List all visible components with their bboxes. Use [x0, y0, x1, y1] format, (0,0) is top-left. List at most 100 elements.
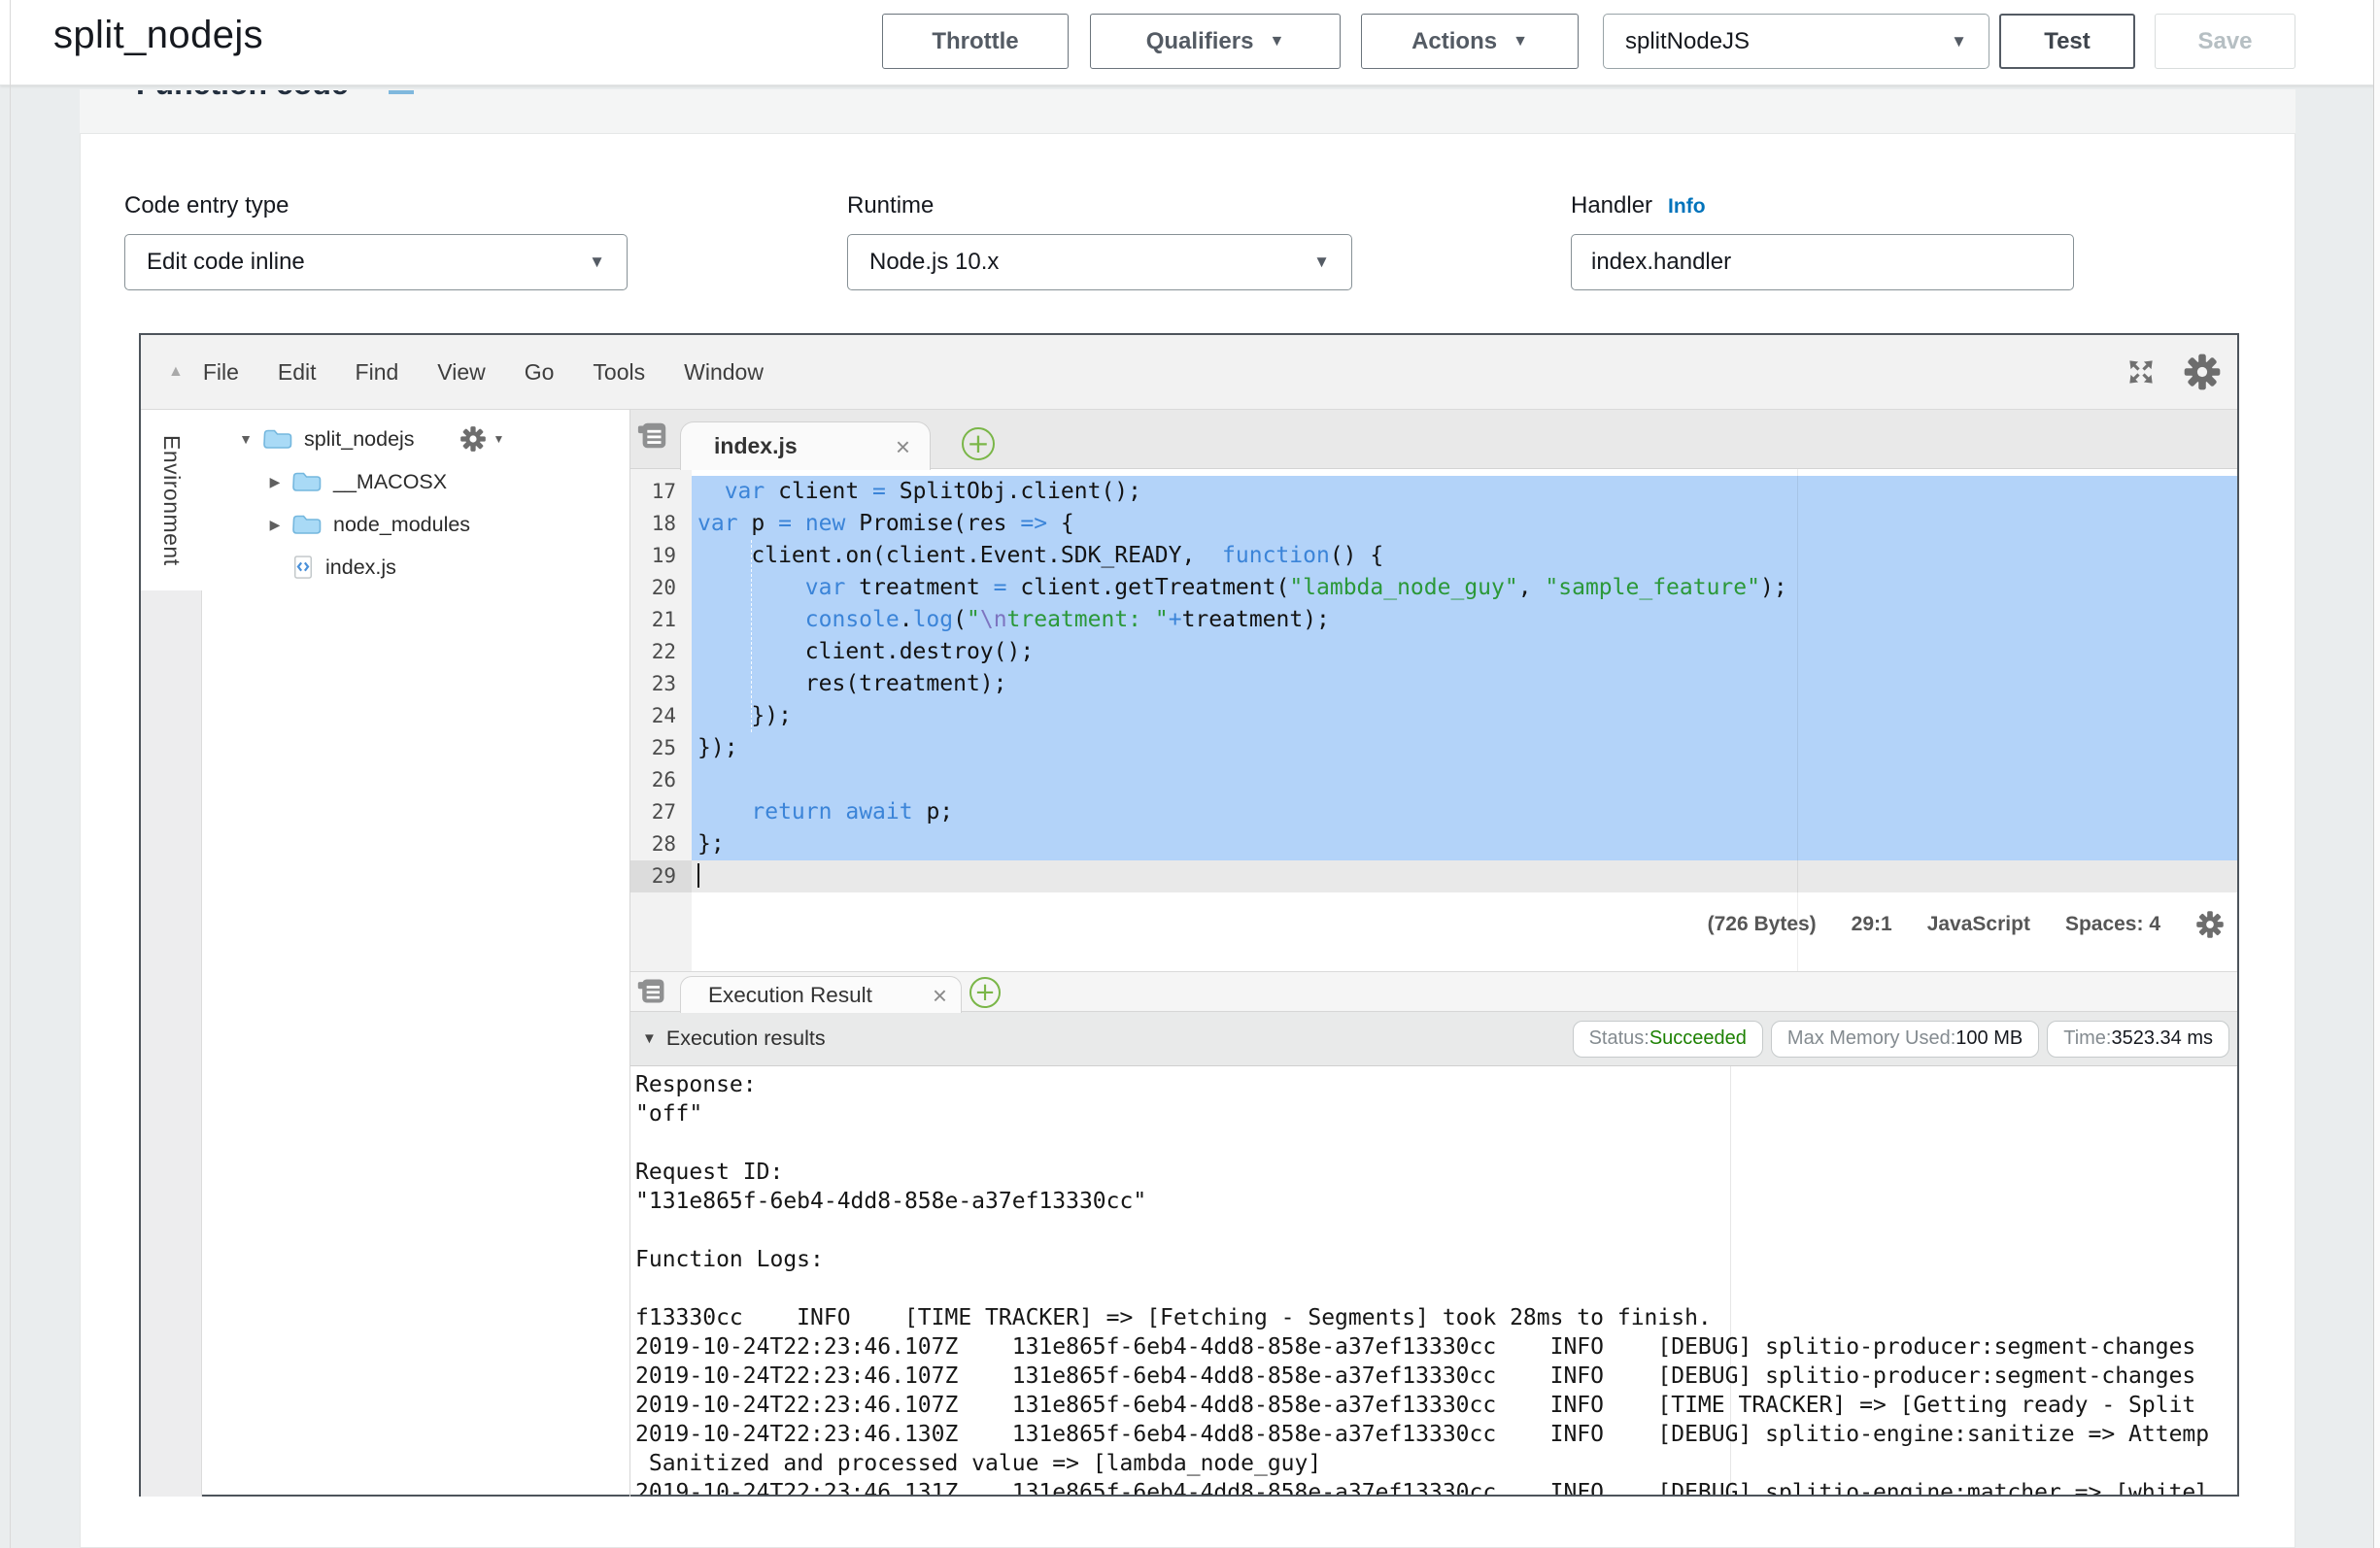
log-line: Function Logs:: [630, 1245, 2237, 1274]
code-line-28[interactable]: 28};: [630, 828, 2237, 860]
code-line-29[interactable]: 29: [630, 860, 2237, 892]
menu-go[interactable]: Go: [525, 359, 555, 386]
code-line-27[interactable]: 27 return await p;: [630, 796, 2237, 828]
menu-find[interactable]: Find: [356, 359, 399, 386]
log-line: 2019-10-24T22:23:46.107Z 131e865f-6eb4-4…: [630, 1332, 2237, 1362]
tree-item-label: __MACOSX: [333, 470, 447, 494]
menu-view[interactable]: View: [437, 359, 485, 386]
code-entry-type-label: Code entry type: [124, 192, 289, 219]
collapse-results-caret-icon[interactable]: ▼: [642, 1030, 657, 1047]
test-button[interactable]: Test: [1999, 14, 2135, 69]
code-line-23[interactable]: 23 res(treatment);: [630, 668, 2237, 700]
folder-icon: [292, 513, 322, 536]
tab-list-icon[interactable]: [636, 975, 667, 1011]
file-tree: ▼split_nodejs▼ ▶ __MACOSX ▶ node_modulesinde…: [202, 418, 628, 589]
editor-settings-gear-icon[interactable]: [2183, 353, 2222, 391]
code-line-21[interactable]: 21 console.log("\ntreatment: "+treatment…: [630, 604, 2237, 636]
cursor-position-status[interactable]: 29:1: [1852, 913, 1892, 936]
code-entry-type-select[interactable]: Edit code inline ▼: [124, 234, 628, 290]
code-line-24[interactable]: 24 });: [630, 700, 2237, 732]
code-line-26[interactable]: 26: [630, 764, 2237, 796]
code-line-22[interactable]: 22 client.destroy();: [630, 636, 2237, 668]
tree-item-__MACOSX[interactable]: ▶ __MACOSX: [202, 460, 628, 503]
menu-window[interactable]: Window: [684, 359, 764, 386]
tree-item-index.js[interactable]: index.js: [202, 546, 628, 589]
code-text: console.log("\ntreatment: "+treatment);: [692, 604, 2237, 636]
runtime-select[interactable]: Node.js 10.x ▼: [847, 234, 1352, 290]
page-left-edge-divider: [10, 0, 11, 1548]
chevron-collapsed-icon[interactable]: ▶: [266, 517, 284, 533]
code-line-17[interactable]: 17 var client = SplitObj.client();: [630, 476, 2237, 508]
text-cursor: [697, 863, 699, 888]
code-lines: });17 var client = SplitObj.client();18v…: [630, 469, 2237, 892]
close-icon[interactable]: ×: [933, 983, 947, 1008]
save-button-disabled[interactable]: Save: [2155, 14, 2295, 69]
tree-item-node_modules[interactable]: ▶ node_modules: [202, 503, 628, 546]
qualifiers-button[interactable]: Qualifiers ▼: [1090, 14, 1341, 69]
menu-edit[interactable]: Edit: [278, 359, 317, 386]
actions-button[interactable]: Actions ▼: [1361, 14, 1579, 69]
line-number: 22: [630, 636, 692, 668]
line-number: 28: [630, 828, 692, 860]
chevron-down-icon: ▼: [589, 252, 605, 272]
line-number: 17: [630, 476, 692, 508]
code-text: [692, 764, 2237, 796]
editor-menu-bar: ▲ File Edit Find View Go Tools Window: [141, 335, 2237, 410]
line-number: 20: [630, 572, 692, 604]
log-line: [630, 1128, 2237, 1158]
language-mode-status[interactable]: JavaScript: [1927, 913, 2030, 936]
menu-file[interactable]: File: [203, 359, 239, 386]
tree-item-split_nodejs[interactable]: ▼split_nodejs▼: [202, 418, 628, 460]
tree-item-label: node_modules: [333, 513, 470, 537]
qualifiers-button-label: Qualifiers: [1146, 28, 1254, 55]
environment-tab[interactable]: Environment: [141, 410, 202, 590]
code-line-19[interactable]: 19 client.on(client.Event.SDK_READY, fun…: [630, 540, 2237, 572]
test-event-select[interactable]: splitNodeJS ▼: [1603, 14, 1989, 69]
tab-list-icon[interactable]: [636, 419, 669, 456]
log-lines: Response:"off"Request ID:"131e865f-6eb4-…: [630, 1070, 2237, 1495]
execution-result-badges: Status: SucceededMax Memory Used: 100 MB…: [1573, 1021, 2229, 1058]
handler-input[interactable]: [1571, 234, 2074, 290]
throttle-button[interactable]: Throttle: [882, 14, 1069, 69]
line-number: 27: [630, 796, 692, 828]
indent-guide-line: [751, 540, 752, 732]
close-icon[interactable]: ×: [896, 434, 910, 459]
code-editor-pane[interactable]: });17 var client = SplitObj.client();18v…: [630, 469, 2237, 971]
status-bar-gear-icon[interactable]: [2195, 910, 2225, 939]
tab-execution-result-label: Execution Result: [708, 983, 933, 1008]
tab-index-js[interactable]: index.js ×: [680, 421, 931, 470]
tab-index-js-label: index.js: [714, 433, 896, 459]
log-line: 2019-10-24T22:23:46.130Z 131e865f-6eb4-4…: [630, 1420, 2237, 1449]
tree-settings-gear-icon[interactable]: ▼: [459, 425, 505, 453]
chevron-collapsed-icon[interactable]: ▶: [266, 474, 284, 490]
collapse-menu-icon[interactable]: ▲: [168, 363, 184, 381]
log-line: "131e865f-6eb4-4dd8-858e-a37ef13330cc": [630, 1187, 2237, 1216]
code-line-20[interactable]: 20 var treatment = client.getTreatment("…: [630, 572, 2237, 604]
chevron-down-icon: ▼: [1313, 252, 1330, 272]
execution-log-pane[interactable]: Response:"off"Request ID:"131e865f-6eb4-…: [630, 1066, 2237, 1495]
menu-tools[interactable]: Tools: [593, 359, 645, 386]
tree-editor-divider[interactable]: [629, 410, 630, 1497]
indent-setting-status[interactable]: Spaces: 4: [2065, 913, 2160, 936]
code-entry-type-value: Edit code inline: [147, 249, 305, 276]
fullscreen-expand-icon[interactable]: [2125, 355, 2158, 388]
runtime-label: Runtime: [847, 192, 934, 219]
execution-results-title: Execution results: [666, 1026, 826, 1051]
new-tab-plus-icon[interactable]: +: [962, 427, 995, 460]
test-event-select-value: splitNodeJS: [1625, 28, 1750, 55]
code-text: res(treatment);: [692, 668, 2237, 700]
chevron-expanded-icon[interactable]: ▼: [237, 431, 255, 447]
page-scrollbar[interactable]: [2373, 0, 2380, 1548]
folder-icon: [263, 427, 292, 451]
code-text: };: [692, 828, 2237, 860]
new-tab-plus-icon[interactable]: +: [969, 977, 1001, 1008]
code-line-25[interactable]: 25});: [630, 732, 2237, 764]
code-text: var treatment = client.getTreatment("lam…: [692, 572, 2237, 604]
tab-execution-result[interactable]: Execution Result ×: [680, 976, 962, 1013]
handler-info-link[interactable]: Info: [1668, 195, 1705, 219]
code-line-18[interactable]: 18var p = new Promise(res => {: [630, 508, 2237, 540]
log-line: [630, 1274, 2237, 1303]
code-line-16[interactable]: });: [630, 469, 2237, 476]
code-text: });: [692, 469, 2237, 476]
log-line: Response:: [630, 1070, 2237, 1099]
